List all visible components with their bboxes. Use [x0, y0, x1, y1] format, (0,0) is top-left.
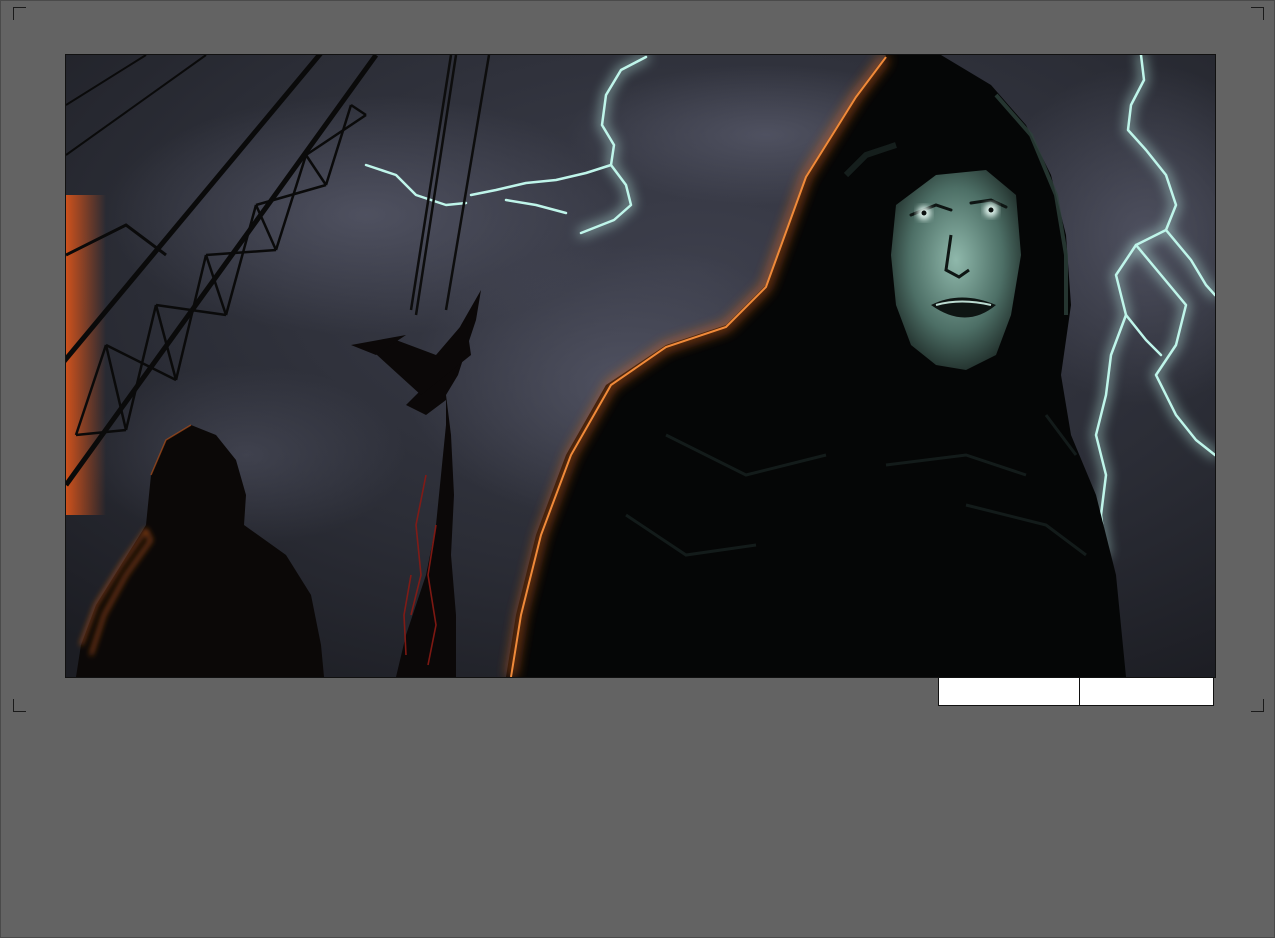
panel-info-fields — [938, 677, 1214, 706]
crop-mark-bottom-right — [1251, 699, 1264, 712]
crop-mark-top-right — [1251, 7, 1264, 20]
crop-mark-bottom-left — [13, 699, 26, 712]
scene-number-field[interactable] — [939, 678, 1080, 705]
shot-number-field[interactable] — [1080, 678, 1213, 705]
panel-illustration — [66, 55, 1215, 677]
storyboard-panel — [65, 54, 1216, 678]
storyboard-page — [0, 0, 1275, 938]
figure-face — [891, 170, 1021, 370]
crop-mark-top-left — [13, 7, 26, 20]
